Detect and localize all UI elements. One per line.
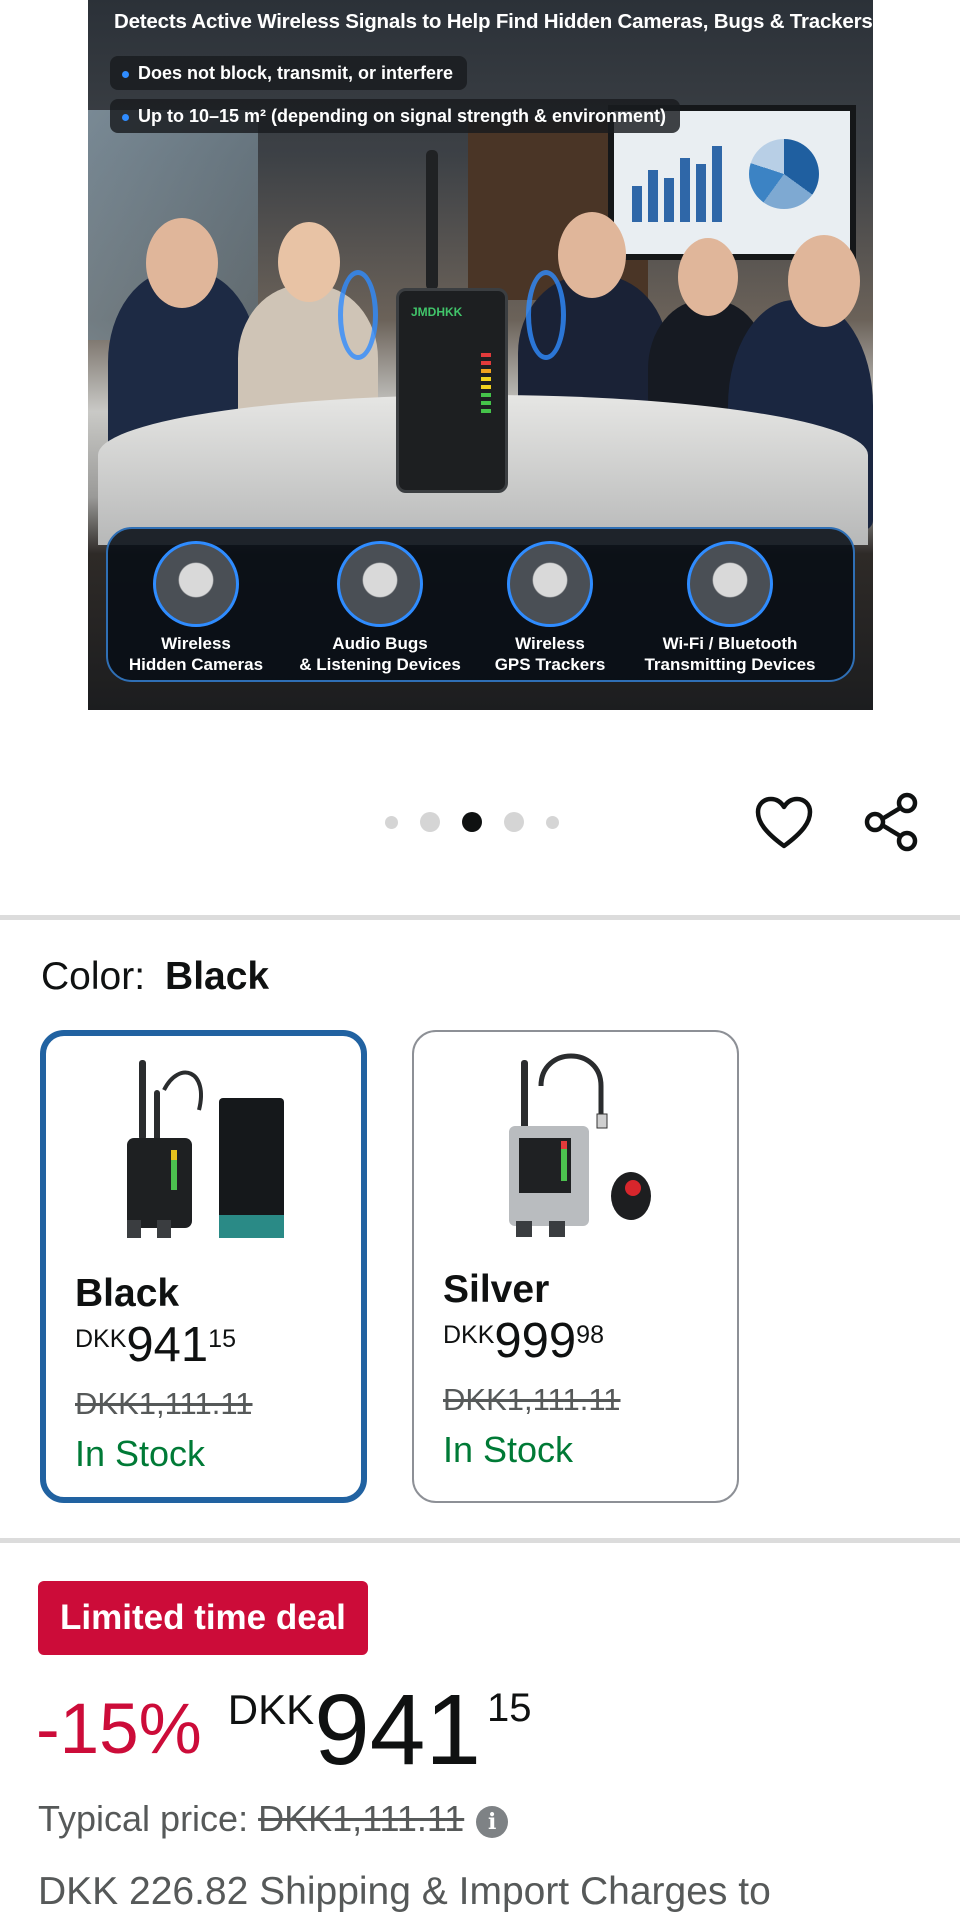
feature-hidden-cameras: Wireless Hidden Cameras <box>106 541 286 675</box>
carousel-dot[interactable] <box>504 812 524 832</box>
feature-caption: Audio Bugs & Listening Devices <box>299 634 461 674</box>
variant-black[interactable]: Black DKK 941 15 DKK1,111.11 In Stock <box>40 1030 367 1503</box>
discount-percent: -15% <box>36 1690 202 1769</box>
deal-price: -15% DKK 941 15 <box>36 1680 531 1780</box>
shipping-charges: DKK 226.82 Shipping & Import Charges to <box>38 1870 771 1913</box>
selected-color: Black <box>165 955 270 998</box>
microphone-icon <box>337 541 423 627</box>
typical-price-value: DKK1,111.11 <box>258 1798 465 1839</box>
share-icon <box>864 792 918 852</box>
device-antenna <box>426 150 438 290</box>
feature-audio-bugs: Audio Bugs & Listening Devices <box>290 541 470 675</box>
hero-bullet: Up to 10–15 m² (depending on signal stre… <box>110 99 681 133</box>
section-divider <box>0 915 960 920</box>
carousel-dot[interactable] <box>420 812 440 832</box>
wishlist-button[interactable] <box>754 793 814 853</box>
hero-bullet: Does not block, transmit, or interfere <box>110 56 468 90</box>
limited-time-deal-badge: Limited time deal <box>38 1581 368 1655</box>
device-brand: JMDHKK <box>411 305 463 319</box>
share-button[interactable] <box>862 792 922 852</box>
product-thumbnail-silver <box>508 1053 651 1237</box>
price-whole: 941 <box>314 1674 481 1786</box>
variant-stock-status: In Stock <box>443 1429 574 1470</box>
heart-icon <box>755 796 813 849</box>
typical-price: Typical price: DKK1,111.11 i <box>38 1798 509 1840</box>
feature-caption: Wireless GPS Trackers <box>494 634 606 674</box>
feature-wifi-bluetooth: Wi-Fi / Bluetooth Transmitting Devices <box>640 541 820 675</box>
gps-tracker-icon <box>507 541 593 627</box>
price-currency: DKK <box>227 1686 315 1733</box>
camera-icon <box>153 541 239 627</box>
hero-headline: Detects Active Wireless Signals to Help … <box>114 10 873 33</box>
variant-list-price: DKK1,111.11 <box>75 1386 253 1421</box>
carousel-dot[interactable] <box>385 815 398 829</box>
info-icon[interactable]: i <box>476 1806 509 1838</box>
price-fraction: 15 <box>486 1686 532 1730</box>
variant-price: DKK 999 98 <box>443 1314 604 1368</box>
bullet-dot <box>122 113 129 121</box>
feature-caption: Wi-Fi / Bluetooth Transmitting Devices <box>644 634 816 674</box>
bullet-dot <box>122 70 129 78</box>
section-divider <box>0 1538 960 1543</box>
product-thumbnail-black <box>126 1060 284 1238</box>
variant-stock-status: In Stock <box>75 1433 206 1474</box>
feature-panel: Wireless Hidden Cameras Audio Bugs & Liste… <box>106 527 855 682</box>
variant-price: DKK 941 15 <box>75 1318 236 1372</box>
signal-wave-right <box>526 270 566 360</box>
feature-caption: Wireless Hidden Cameras <box>128 634 264 674</box>
variant-name: Silver <box>443 1268 550 1311</box>
product-image[interactable]: JMDHKK Detects Active Wireless Signals t… <box>88 0 873 710</box>
feature-gps-trackers: Wireless GPS Trackers <box>460 541 640 675</box>
detector-device: JMDHKK <box>396 288 508 493</box>
variant-silver[interactable]: Silver DKK 999 98 DKK1,111.11 In Stock <box>412 1030 739 1503</box>
wifi-bluetooth-icon <box>687 541 773 627</box>
signal-wave-left <box>338 270 378 360</box>
carousel-dots[interactable] <box>385 812 559 832</box>
variant-list-price: DKK1,111.11 <box>443 1382 621 1417</box>
variant-name: Black <box>75 1272 180 1315</box>
color-selector-label: Color: Black <box>41 955 270 998</box>
carousel-dot[interactable] <box>546 815 559 829</box>
carousel-dot-active[interactable] <box>462 812 482 832</box>
